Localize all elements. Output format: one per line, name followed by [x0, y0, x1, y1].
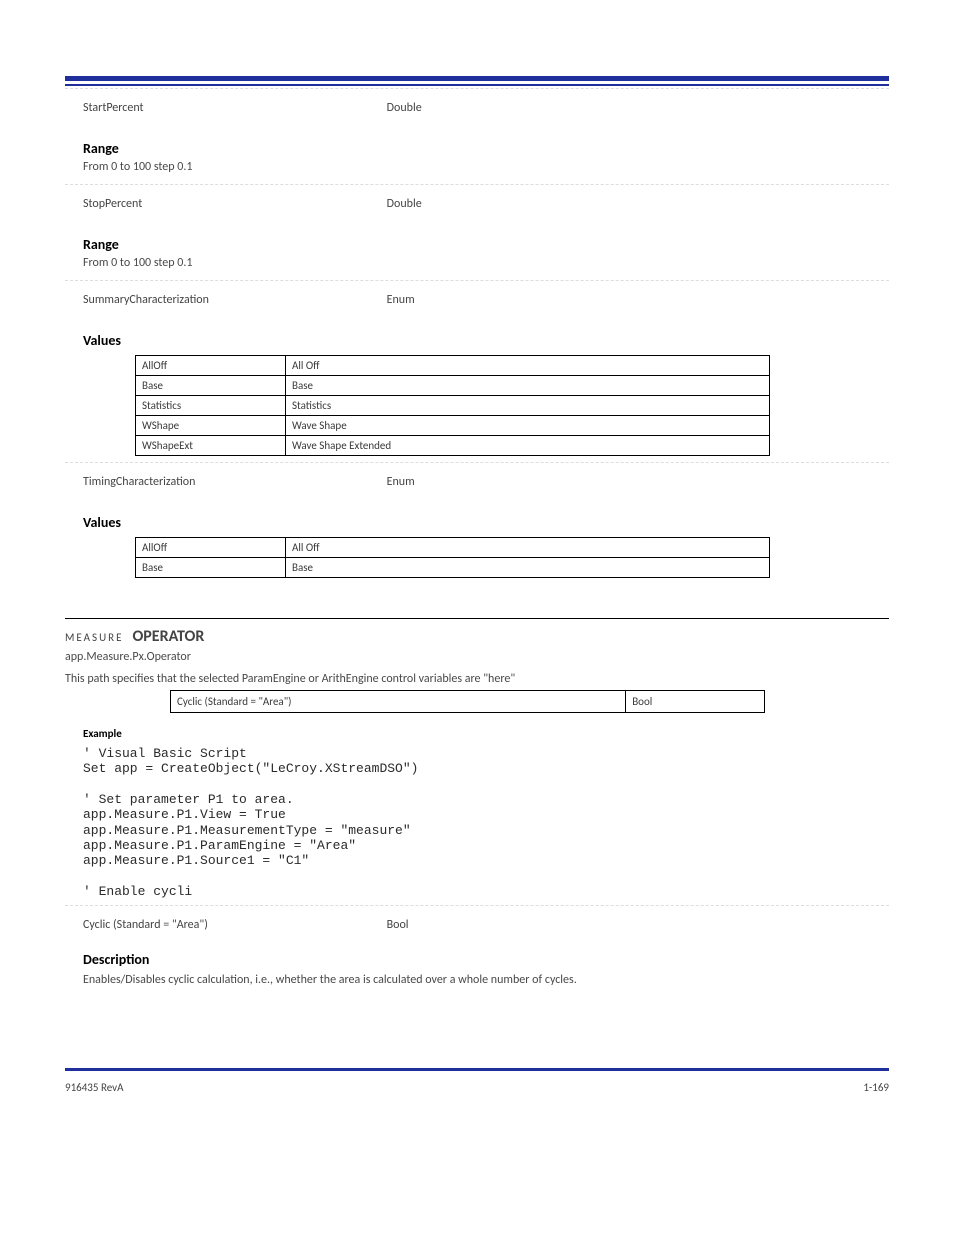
- prop-row-cyclic: Cyclic (Standard = "Area") Bool: [65, 914, 889, 933]
- values-label: Values: [83, 332, 889, 349]
- operator-heading: MEASURE OPERATOR: [65, 627, 889, 646]
- divider: [65, 462, 889, 463]
- enum-desc: All Off: [286, 356, 770, 376]
- heading-name: OPERATOR: [132, 627, 204, 646]
- enum-desc: Statistics: [286, 396, 770, 416]
- description-label: Description: [83, 951, 889, 968]
- description-text: Enables/Disables cyclic calculation, i.e…: [83, 972, 889, 988]
- code-block: ' Visual Basic Script Set app = CreateOb…: [83, 746, 889, 899]
- table-row: StatisticsStatistics: [136, 396, 770, 416]
- enum-key: Statistics: [136, 396, 286, 416]
- prop-row-stoppercent: StopPercent Double: [65, 193, 889, 212]
- prop-name: Cyclic (Standard = "Area"): [83, 918, 383, 932]
- divider: [65, 280, 889, 281]
- enum-key: AllOff: [136, 538, 286, 558]
- footer-page: 1-169: [863, 1081, 889, 1094]
- table-row: AllOffAll Off: [136, 356, 770, 376]
- enum-key: Base: [136, 558, 286, 578]
- divider: [65, 184, 889, 185]
- table-row: WShapeExtWave Shape Extended: [136, 436, 770, 456]
- operator-path: app.Measure.Px.Operator: [65, 650, 889, 664]
- prop-type: Double: [387, 101, 422, 115]
- operator-top-rule: [65, 618, 889, 619]
- enum-key: Base: [136, 376, 286, 396]
- divider: [65, 88, 889, 89]
- page: StartPercent Double Range From 0 to 100 …: [0, 0, 954, 1134]
- prop-name: SummaryCharacterization: [83, 293, 383, 307]
- table-row: AllOffAll Off: [136, 538, 770, 558]
- enum-key: WShapeExt: [136, 436, 286, 456]
- heading-prefix: MEASURE: [65, 631, 123, 644]
- table-row: BaseBase: [136, 558, 770, 578]
- operator-mini-table: Cyclic (Standard = "Area") Bool: [170, 690, 765, 713]
- range-value: From 0 to 100 step 0.1: [83, 256, 889, 270]
- prop-type: Double: [387, 197, 422, 211]
- range-label: Range: [83, 140, 889, 157]
- range-value: From 0 to 100 step 0.1: [83, 160, 889, 174]
- footer-rule: [65, 1068, 889, 1071]
- prop-row-startpercent: StartPercent Double: [65, 97, 889, 116]
- page-footer: 916435 RevA 1-169: [65, 1081, 889, 1094]
- prop-row-timingchar: TimingCharacterization Enum: [65, 471, 889, 490]
- mini-left: Cyclic (Standard = "Area"): [171, 691, 626, 713]
- values-label: Values: [83, 514, 889, 531]
- prop-name: StopPercent: [83, 197, 383, 211]
- prop-name: TimingCharacterization: [83, 475, 383, 489]
- enum-table-summary: AllOffAll Off BaseBase StatisticsStatist…: [135, 355, 770, 456]
- enum-desc: Wave Shape Extended: [286, 436, 770, 456]
- enum-desc: All Off: [286, 538, 770, 558]
- footer-ref: 916435 RevA: [65, 1081, 123, 1094]
- prop-name: StartPercent: [83, 101, 383, 115]
- prop-type: Enum: [387, 293, 415, 307]
- enum-desc: Wave Shape: [286, 416, 770, 436]
- prop-row-summarychar: SummaryCharacterization Enum: [65, 289, 889, 308]
- range-label: Range: [83, 236, 889, 253]
- example-label: Example: [83, 727, 889, 740]
- enum-key: AllOff: [136, 356, 286, 376]
- operator-intro: This path specifies that the selected Pa…: [65, 672, 889, 686]
- enum-desc: Base: [286, 376, 770, 396]
- enum-desc: Base: [286, 558, 770, 578]
- table-row: WShapeWave Shape: [136, 416, 770, 436]
- enum-table-timing: AllOffAll Off BaseBase: [135, 537, 770, 578]
- header-rule-thick: [65, 76, 889, 81]
- prop-type: Enum: [387, 475, 415, 489]
- divider: [65, 905, 889, 906]
- enum-key: WShape: [136, 416, 286, 436]
- table-row: Cyclic (Standard = "Area") Bool: [171, 691, 765, 713]
- table-row: BaseBase: [136, 376, 770, 396]
- mini-right: Bool: [626, 691, 765, 713]
- prop-type: Bool: [387, 918, 409, 932]
